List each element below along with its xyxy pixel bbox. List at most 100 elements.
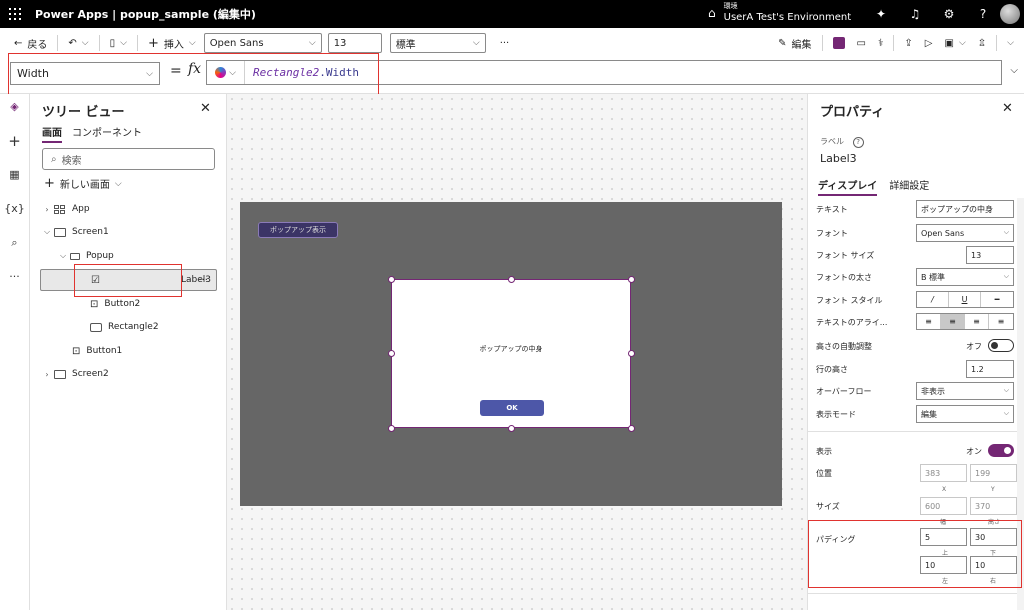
copilot-button[interactable]: [827, 32, 851, 54]
table-icon[interactable]: ▦: [0, 164, 29, 198]
align-justify-icon[interactable]: ≡: [989, 314, 1013, 329]
help-icon[interactable]: ?: [966, 7, 1000, 21]
resize-handle[interactable]: [628, 350, 635, 357]
font-select[interactable]: Open Sans ⌵: [203, 33, 322, 53]
variables-icon[interactable]: {x}: [0, 198, 29, 232]
padding-bottom-input[interactable]: 30: [970, 528, 1017, 546]
underline-icon[interactable]: U: [949, 292, 981, 307]
edit-button[interactable]: ✎ 編集: [772, 32, 817, 54]
resize-handle[interactable]: [508, 276, 515, 283]
tree-node-label3[interactable]: ☑ Label3 ···: [40, 269, 217, 291]
tree-node-app[interactable]: › App: [40, 198, 217, 220]
checker-button[interactable]: ⚕: [872, 32, 889, 54]
help-icon[interactable]: ?: [852, 137, 864, 148]
position-y-input[interactable]: 199: [970, 464, 1017, 482]
undo-button[interactable]: ↶ ⌵: [62, 32, 94, 54]
more-icon[interactable]: ···: [0, 266, 29, 300]
display-mode-select[interactable]: 編集 ⌵: [916, 405, 1014, 423]
visible-toggle[interactable]: [988, 444, 1014, 457]
resize-handle[interactable]: [388, 276, 395, 283]
resize-handle[interactable]: [388, 350, 395, 357]
line-height-input[interactable]: 1.2: [966, 360, 1014, 378]
text-input[interactable]: ポップアップの中身: [916, 200, 1014, 218]
save-button[interactable]: ▣ ⌵: [939, 32, 972, 54]
expand-formula-icon[interactable]: ⌵: [1010, 65, 1018, 76]
chevron-down-icon[interactable]: ⌵: [40, 227, 54, 237]
overflow-button[interactable]: ⌵: [1001, 32, 1020, 54]
share-button[interactable]: ⇪: [898, 32, 918, 54]
tab-advanced[interactable]: 詳細設定: [889, 177, 929, 196]
insert-button[interactable]: + 挿入 ⌵: [142, 32, 202, 54]
width-input[interactable]: 600: [920, 497, 967, 515]
popup-label[interactable]: ポップアップの中身: [392, 344, 630, 354]
tree-node-button1[interactable]: ⊡ Button1: [40, 340, 217, 362]
copilot-formula-button[interactable]: ⌵: [207, 61, 245, 84]
copilot-icon: [215, 67, 227, 78]
formula-input[interactable]: ⌵ Rectangle2.Width: [206, 60, 1002, 85]
tab-display[interactable]: ディスプレイ: [818, 177, 878, 196]
back-button[interactable]: ← 戻る: [8, 32, 53, 54]
screen-preview[interactable]: ポップアップ表示 ポップアップの中身 OK: [240, 202, 782, 506]
app-launcher-icon[interactable]: [9, 8, 21, 20]
new-screen-button[interactable]: + 新しい画面 ⌵: [44, 176, 122, 191]
tree-node-popup[interactable]: ⌵ Popup: [40, 245, 217, 267]
property-select[interactable]: Width ⌵: [10, 62, 160, 85]
align-right-icon[interactable]: ≡: [965, 314, 989, 329]
layers-icon[interactable]: ◈: [0, 96, 29, 130]
tree-node-screen2[interactable]: › Screen2: [40, 363, 217, 385]
align-center-icon[interactable]: ≡: [941, 314, 965, 329]
show-popup-button[interactable]: ポップアップ表示: [258, 222, 338, 238]
comments-button[interactable]: ▭: [851, 32, 872, 54]
resize-handle[interactable]: [628, 425, 635, 432]
overflow-select[interactable]: 非表示 ⌵: [916, 382, 1014, 400]
font-size-input[interactable]: 13: [327, 33, 382, 53]
design-canvas[interactable]: ポップアップ表示 ポップアップの中身 OK: [227, 94, 807, 610]
padding-right-input[interactable]: 10: [970, 556, 1017, 574]
padding-left-input[interactable]: 10: [920, 556, 967, 574]
more-icon[interactable]: ···: [198, 275, 208, 286]
ok-button[interactable]: OK: [480, 400, 544, 416]
close-icon[interactable]: ✕: [1002, 101, 1013, 116]
font-weight-select[interactable]: B 標準 ⌵: [916, 268, 1014, 286]
paste-button[interactable]: ▯ ⌵: [104, 32, 133, 54]
tab-screens[interactable]: 画面: [42, 124, 62, 143]
tab-components[interactable]: コンポーネント: [72, 124, 142, 143]
resize-handle[interactable]: [508, 425, 515, 432]
padding-left-value: 10: [925, 560, 936, 570]
height-input[interactable]: 370: [970, 497, 1017, 515]
tree-node-button2[interactable]: ⊡ Button2: [40, 293, 217, 315]
strikethrough-icon[interactable]: ━: [981, 292, 1013, 307]
plus-icon[interactable]: +: [0, 130, 29, 164]
bell-icon[interactable]: ♫: [898, 7, 932, 21]
chevron-down-icon: ⌵: [120, 38, 127, 48]
properties-scrollbar[interactable]: [1017, 198, 1024, 610]
close-icon[interactable]: ✕: [200, 101, 211, 116]
padding-top-input[interactable]: 5: [920, 528, 967, 546]
tree-node-screen1[interactable]: ⌵ Screen1: [40, 221, 217, 243]
chevron-right-icon[interactable]: ›: [40, 205, 54, 214]
gear-icon[interactable]: ⚙: [932, 7, 966, 21]
italic-icon[interactable]: /: [917, 292, 949, 307]
play-icon: ▷: [924, 37, 933, 49]
resize-handle[interactable]: [388, 425, 395, 432]
search-icon[interactable]: ⌕: [0, 232, 29, 266]
publish-button[interactable]: ⇫: [972, 32, 992, 54]
align-left-icon[interactable]: ≡: [917, 314, 941, 329]
copilot-icon[interactable]: ✦: [864, 7, 898, 21]
avatar[interactable]: [1000, 4, 1020, 24]
more-button[interactable]: ···: [494, 32, 516, 54]
popup-rectangle[interactable]: ポップアップの中身 OK: [391, 279, 631, 428]
chevron-down-icon[interactable]: ⌵: [56, 251, 70, 261]
resize-handle[interactable]: [628, 276, 635, 283]
edit-label: 編集: [791, 39, 812, 51]
font-size-input[interactable]: 13: [966, 246, 1014, 264]
tree-node-rectangle2[interactable]: Rectangle2: [40, 316, 217, 338]
auto-height-toggle[interactable]: [988, 339, 1014, 352]
position-x-input[interactable]: 383: [920, 464, 967, 482]
play-button[interactable]: ▷: [919, 32, 939, 54]
environment-picker[interactable]: ⌂ 環境 UserA Test's Environment: [708, 2, 851, 24]
chevron-right-icon[interactable]: ›: [40, 370, 54, 379]
tree-search-input[interactable]: ⌕ 検索: [42, 148, 215, 170]
font-select[interactable]: Open Sans ⌵: [916, 224, 1014, 242]
font-weight-select[interactable]: 標準 ⌵: [389, 33, 486, 53]
